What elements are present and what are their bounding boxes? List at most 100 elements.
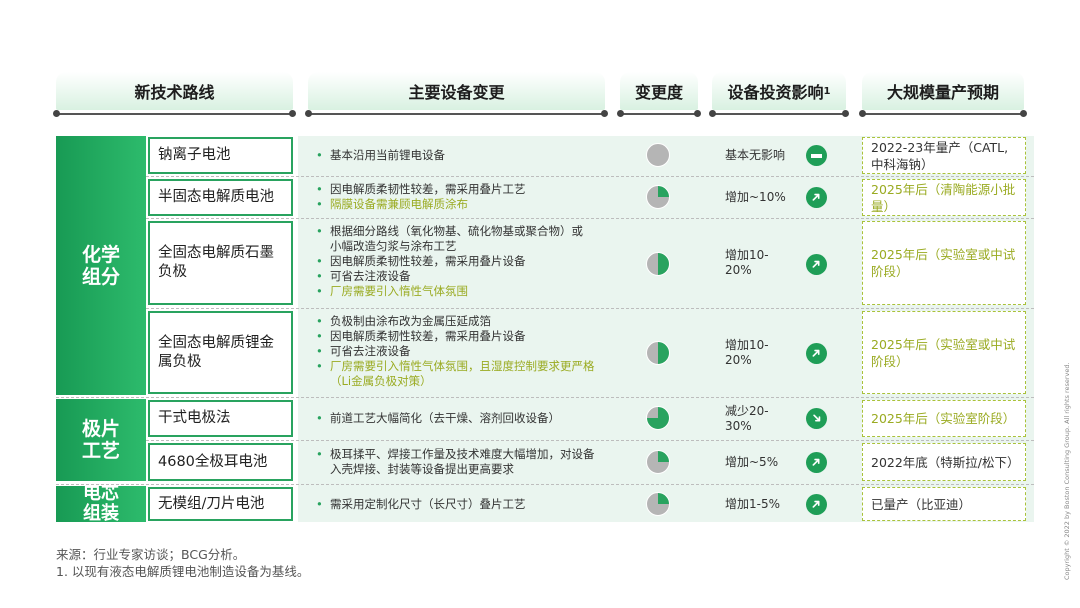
route-name: 钠离子电池 (148, 137, 293, 174)
route-name-text: 全固态电解质锂金属负极 (158, 334, 274, 370)
category-electrode: 极片 工艺 (56, 399, 146, 481)
equipment-changes: 前道工艺大幅简化（去干燥、溶剂回收设备） (314, 411, 614, 426)
category-chemistry-line1: 化学 (81, 243, 120, 266)
route-name-text: 4680全极耳电池 (158, 453, 268, 470)
arrow-up-right-icon: ➜ (806, 187, 827, 208)
degree-harvey-ball (646, 406, 670, 430)
equipment-changes: 负极制由涂布改为金属压延成箔 因电解质柔韧性较差，需采用叠片设备 可省去注液设备… (314, 314, 596, 389)
production-text: 已量产（比亚迪） (871, 496, 972, 512)
route-name-text: 钠离子电池 (158, 147, 231, 163)
header-route: 新技术路线 (56, 72, 293, 110)
route-name: 无模组/刀片电池 (148, 487, 293, 521)
degree-harvey-ball (646, 492, 670, 516)
row-separator (56, 218, 1034, 219)
category-assembly: 电芯 组装 (56, 486, 146, 522)
production-box: 2025年后（实验室阶段） (862, 400, 1026, 437)
category-assembly-line2: 组装 (83, 503, 119, 523)
header-route-label: 新技术路线 (134, 83, 215, 102)
equipment-changes: 因电解质柔韧性较差，需采用叠片工艺 隔膜设备需兼顾电解质涂布 (314, 182, 614, 212)
production-text: 2025年后（清陶能源小批量） (871, 181, 1016, 214)
production-text: 2025年后（实验室或中试阶段） (871, 247, 1016, 279)
copyright: Copyright © 2022 by Boston Consulting Gr… (1063, 362, 1071, 580)
route-name: 全固态电解质锂金属负极 (148, 311, 293, 394)
header-underline-route (53, 110, 296, 117)
header-investment-label: 设备投资影响 (727, 83, 824, 102)
category-electrode-line1: 极片 (81, 418, 120, 440)
route-name-text: 干式电极法 (158, 410, 231, 426)
category-assembly-line1: 电芯 (83, 486, 119, 504)
header-underline-production (859, 110, 1027, 117)
route-name: 半固态电解质电池 (148, 179, 293, 216)
equipment-item: 因电解质柔韧性较差，需采用叠片工艺 (314, 182, 614, 197)
header-production-label: 大规模量产预期 (886, 83, 999, 102)
route-name: 全固态电解质石墨负极 (148, 221, 293, 305)
header-equipment-label: 主要设备变更 (408, 83, 505, 102)
category-chemistry-line2: 组分 (81, 265, 120, 288)
equipment-changes: 根据细分路线（氧化物基、硫化物基或聚合物）或小幅改造匀浆与涂布工艺 因电解质柔韧… (314, 224, 594, 299)
equipment-item: 因电解质柔韧性较差，需采用叠片设备 (314, 254, 594, 269)
degree-harvey-ball (646, 185, 670, 209)
arrow-up-right-icon: ➜ (806, 343, 827, 364)
header-underline-equipment (305, 110, 608, 117)
category-chemistry: 化学 组分 (56, 136, 146, 395)
header-underline-degree (617, 110, 701, 117)
production-box: 2022-23年量产（CATL,中科海钠） (862, 137, 1026, 174)
equipment-changes: 极耳揉平、焊接工作量及技术难度大幅增加，对设备入壳焊接、封装等设备提出更高要求 (314, 447, 604, 477)
equipment-item: 极耳揉平、焊接工作量及技术难度大幅增加，对设备入壳焊接、封装等设备提出更高要求 (314, 447, 604, 477)
degree-harvey-ball (646, 341, 670, 365)
equipment-item: 负极制由涂布改为金属压延成箔 (314, 314, 596, 329)
production-text: 2025年后（实验室阶段） (871, 411, 1016, 426)
impact-text: 基本无影响 (725, 148, 786, 162)
header-degree: 变更度 (620, 72, 698, 110)
equipment-item: 厂房需要引入惰性气体氛围 (314, 284, 594, 299)
arrow-down-right-icon: ➜ (806, 408, 827, 429)
production-box: 2022年底（特斯拉/松下） (862, 443, 1026, 481)
equipment-item: 可省去注液设备 (314, 344, 596, 359)
impact-text: 增加10-20% (725, 338, 769, 367)
route-name-text: 无模组/刀片电池 (158, 495, 265, 512)
route-name-text: 半固态电解质电池 (158, 189, 274, 205)
arrow-up-right-icon: ➜ (806, 254, 827, 275)
header-equipment: 主要设备变更 (308, 72, 605, 110)
header-underline-investment (709, 110, 849, 117)
row-separator (56, 176, 1034, 177)
row-separator (56, 484, 1034, 485)
equipment-item: 根据细分路线（氧化物基、硫化物基或聚合物）或小幅改造匀浆与涂布工艺 (314, 224, 594, 254)
production-text: 2022年底（特斯拉/松下） (871, 454, 1020, 470)
header-degree-label: 变更度 (634, 83, 683, 102)
impact-text: 增加~5% (725, 455, 779, 469)
degree-harvey-ball (646, 143, 670, 167)
production-box: 2025年后（实验室或中试阶段） (862, 221, 1026, 305)
production-box: 2025年后（清陶能源小批量） (862, 179, 1026, 216)
header-investment: 设备投资影响 1 (712, 72, 846, 110)
degree-harvey-ball (646, 450, 670, 474)
production-text: 2022-23年量产（CATL,中科海钠） (871, 139, 1009, 172)
equipment-item: 基本沿用当前锂电设备 (314, 148, 614, 163)
impact-text: 减少20-30% (725, 404, 769, 433)
production-box: 2025年后（实验室或中试阶段） (862, 311, 1026, 394)
source-note: 来源：行业专家访谈；BCG分析。 (56, 547, 246, 562)
header-production: 大规模量产预期 (862, 72, 1024, 110)
equipment-item: 隔膜设备需兼顾电解质涂布 (314, 197, 614, 212)
degree-harvey-ball (646, 252, 670, 276)
footnote-marker: 1 (823, 85, 831, 97)
arrow-up-right-icon: ➜ (806, 494, 827, 515)
production-text: 2025年后（实验室或中试阶段） (871, 336, 1016, 369)
equipment-item: 因电解质柔韧性较差，需采用叠片设备 (314, 329, 596, 344)
route-name: 4680全极耳电池 (148, 443, 293, 481)
row-separator (56, 440, 1034, 441)
equipment-item: 需采用定制化尺寸（长尺寸）叠片工艺 (314, 497, 614, 512)
row-separator (56, 308, 1034, 309)
row-separator (56, 397, 1034, 398)
footnote: 1. 以现有液态电解质锂电池制造设备为基线。 (56, 564, 310, 579)
category-electrode-line2: 工艺 (81, 440, 120, 462)
impact-text: 增加10-20% (725, 248, 769, 277)
equipment-item: 前道工艺大幅简化（去干燥、溶剂回收设备） (314, 411, 614, 426)
arrow-up-right-icon: ➜ (806, 452, 827, 473)
production-box: 已量产（比亚迪） (862, 487, 1026, 521)
equipment-changes: 需采用定制化尺寸（长尺寸）叠片工艺 (314, 497, 614, 512)
equipment-item: 可省去注液设备 (314, 269, 594, 284)
flat-icon (806, 145, 827, 166)
impact-text: 增加~10% (725, 190, 786, 204)
route-name: 干式电极法 (148, 400, 293, 437)
